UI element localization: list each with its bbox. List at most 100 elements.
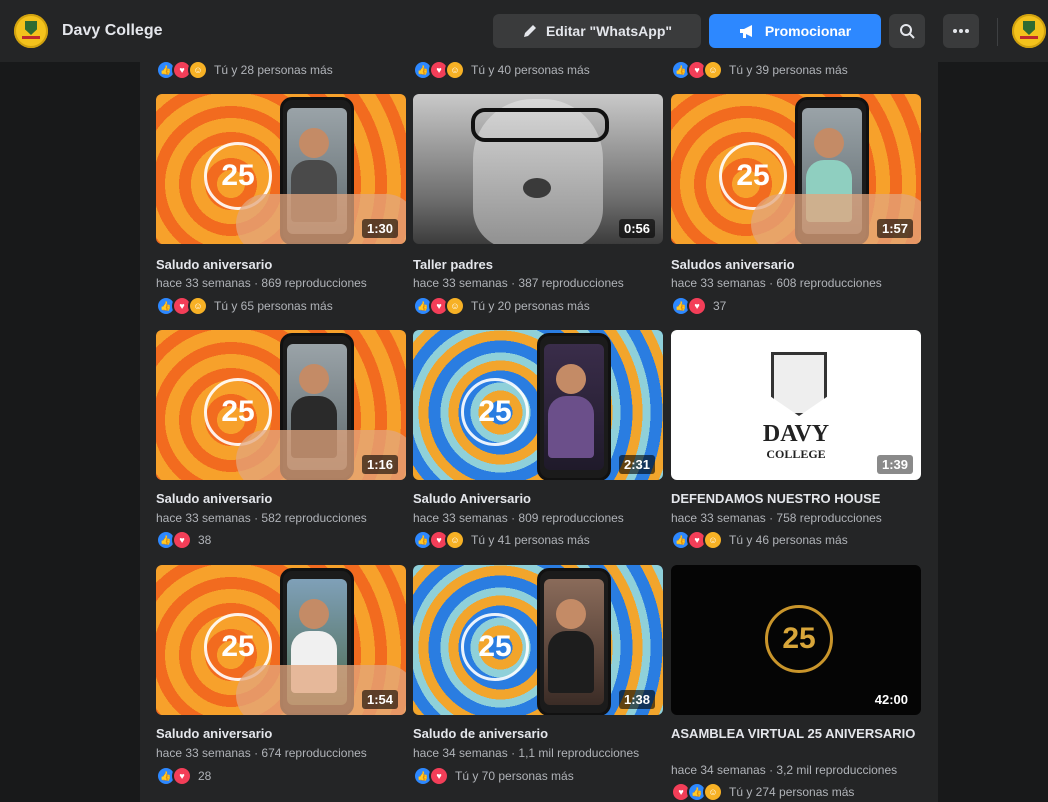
- reactions-text: Tú y 20 personas más: [471, 299, 590, 313]
- video-age: hace 33 semanas: [156, 276, 251, 290]
- mouth-shape: [523, 178, 551, 198]
- video-thumbnail[interactable]: 25 2:31: [413, 330, 663, 480]
- megaphone-icon: [739, 25, 752, 38]
- reactions-summary[interactable]: 👍 ♥ 38: [156, 530, 211, 550]
- video-thumbnail[interactable]: 25 1:16: [156, 330, 406, 480]
- reactions-text: Tú y 28 personas más: [214, 63, 333, 77]
- video-title[interactable]: Saludo aniversario: [156, 257, 406, 273]
- video-thumbnail[interactable]: 25 1:30: [156, 94, 406, 244]
- account-avatar[interactable]: [1012, 14, 1046, 48]
- promote-button[interactable]: Promocionar: [709, 14, 881, 48]
- reactions-summary[interactable]: 👍 ♥ ☺ Tú y 20 personas más: [413, 296, 590, 316]
- video-title[interactable]: Saludos aniversario: [671, 257, 921, 273]
- reactions-summary[interactable]: 👍 ♥ ☺ Tú y 40 personas más: [413, 60, 590, 80]
- video-meta: hace 33 semanas · 608 reproducciones: [671, 276, 882, 290]
- reactions-summary[interactable]: 👍 ♥ ☺ Tú y 65 personas más: [156, 296, 333, 316]
- video-title[interactable]: Saludo aniversario: [156, 491, 406, 507]
- video-thumbnail[interactable]: 0:56: [413, 94, 663, 244]
- reactions-text: 38: [198, 533, 212, 547]
- video-meta: hace 34 semanas · 3,2 mil reproducciones: [671, 763, 898, 777]
- reactions-summary[interactable]: 👍 ♥ 37: [671, 296, 726, 316]
- duration-badge: 42:00: [874, 692, 908, 707]
- reactions-text: Tú y 70 personas más: [455, 769, 574, 783]
- reactions-text: Tú y 46 personas más: [729, 533, 848, 547]
- reactions-text: Tú y 274 personas más: [729, 785, 855, 799]
- love-icon: ♥: [172, 766, 192, 786]
- avatar-shield: [1023, 21, 1035, 35]
- video-title[interactable]: Taller padres: [413, 257, 663, 273]
- page-logo[interactable]: [14, 14, 48, 48]
- video-card[interactable]: 0:56 Taller padres hace 33 semanas · 387…: [413, 94, 663, 324]
- reactions-summary[interactable]: ♥ 👍 ☺ Tú y 274 personas más: [671, 782, 854, 802]
- page-name[interactable]: Davy College: [62, 22, 162, 40]
- video-thumbnail[interactable]: 25 1:54: [156, 565, 406, 715]
- logo-shield: [25, 21, 37, 35]
- reactions-text: Tú y 39 personas más: [729, 63, 848, 77]
- anniversary-emblem: 25: [765, 605, 833, 673]
- video-age: hace 34 semanas: [671, 763, 766, 777]
- love-icon: ♥: [429, 766, 449, 786]
- video-title[interactable]: ASAMBLEA VIRTUAL 25 ANIVERSARIO: [671, 726, 921, 742]
- reactions-summary[interactable]: 👍 ♥ Tú y 70 personas más: [413, 766, 574, 786]
- love-icon: ♥: [172, 530, 192, 550]
- love-icon: ♥: [687, 296, 707, 316]
- more-options-button[interactable]: [943, 14, 979, 48]
- video-views: 809 reproducciones: [518, 511, 624, 525]
- reactions-summary[interactable]: 👍 ♥ ☺ Tú y 46 personas más: [671, 530, 848, 550]
- video-age: hace 33 semanas: [671, 276, 766, 290]
- duration-badge: 1:16: [361, 455, 398, 474]
- video-views: 3,2 mil reproducciones: [776, 763, 898, 777]
- video-age: hace 34 semanas: [413, 746, 508, 760]
- header-divider: [997, 18, 998, 46]
- duration-badge: 1:54: [361, 690, 398, 709]
- video-card[interactable]: 25 1:16 Saludo aniversario hace 33 seman…: [156, 330, 406, 560]
- reactions-text: Tú y 65 personas más: [214, 299, 333, 313]
- video-card[interactable]: 25 42:00 ASAMBLEA VIRTUAL 25 ANIVERSARIO…: [671, 565, 921, 802]
- pencil-icon: [523, 25, 536, 37]
- left-gutter: [0, 62, 140, 802]
- reactions-text: Tú y 40 personas más: [471, 63, 590, 77]
- edit-button-label: Editar "WhatsApp": [545, 23, 673, 39]
- video-card[interactable]: 25 1:54 Saludo aniversario hace 33 seman…: [156, 565, 406, 801]
- college-crest-icon: [771, 352, 827, 416]
- video-card[interactable]: 25 1:30 Saludo aniversario hace 33 seman…: [156, 94, 406, 324]
- video-title[interactable]: Saludo aniversario: [156, 726, 406, 742]
- edit-whatsapp-button[interactable]: Editar "WhatsApp": [493, 14, 701, 48]
- video-card[interactable]: 25 1:38 Saludo de aniversario hace 34 se…: [413, 565, 663, 801]
- reactions-summary[interactable]: 👍 ♥ ☺ Tú y 39 personas más: [671, 60, 848, 80]
- video-views: 608 reproducciones: [776, 276, 882, 290]
- right-gutter: [938, 62, 1048, 802]
- video-card[interactable]: 25 2:31 Saludo Aniversario hace 33 seman…: [413, 330, 663, 560]
- logo-text-band: [22, 36, 40, 39]
- care-icon: ☺: [445, 60, 465, 80]
- video-title[interactable]: DEFENDAMOS NUESTRO HOUSE: [671, 491, 921, 507]
- video-meta: hace 33 semanas · 869 reproducciones: [156, 276, 367, 290]
- video-title[interactable]: Saludo de aniversario: [413, 726, 663, 742]
- phone-frame: [537, 568, 611, 715]
- video-meta: hace 33 semanas · 582 reproducciones: [156, 511, 367, 525]
- video-age: hace 33 semanas: [413, 511, 508, 525]
- reactions-summary[interactable]: 👍 ♥ 28: [156, 766, 211, 786]
- duration-badge: 1:30: [361, 219, 398, 238]
- reactions-summary[interactable]: 👍 ♥ ☺ Tú y 28 personas más: [156, 60, 333, 80]
- video-age: hace 33 semanas: [413, 276, 508, 290]
- duration-badge: 1:39: [876, 455, 913, 474]
- video-thumbnail[interactable]: 25 42:00: [671, 565, 921, 715]
- reactions-summary[interactable]: 👍 ♥ ☺ Tú y 41 personas más: [413, 530, 590, 550]
- video-thumbnail[interactable]: DAVY COLLEGE 1:39: [671, 330, 921, 480]
- care-icon: ☺: [703, 782, 723, 802]
- video-card[interactable]: 25 1:57 Saludos aniversario hace 33 sema…: [671, 94, 921, 324]
- care-icon: ☺: [703, 530, 723, 550]
- duration-badge: 0:56: [618, 219, 655, 238]
- care-icon: ☺: [188, 60, 208, 80]
- video-thumbnail[interactable]: 25 1:38: [413, 565, 663, 715]
- search-button[interactable]: [889, 14, 925, 48]
- anniversary-emblem: 25: [461, 613, 529, 681]
- anniversary-emblem: 25: [461, 378, 529, 446]
- videos-grid: 👍 ♥ ☺ Tú y 28 personas más 👍 ♥ ☺ Tú y 40…: [140, 50, 938, 802]
- video-card[interactable]: DAVY COLLEGE 1:39 DEFENDAMOS NUESTRO HOU…: [671, 330, 921, 560]
- video-title[interactable]: Saludo Aniversario: [413, 491, 663, 507]
- video-thumbnail[interactable]: 25 1:57: [671, 94, 921, 244]
- video-meta: hace 33 semanas · 387 reproducciones: [413, 276, 624, 290]
- reactions-text: 37: [713, 299, 727, 313]
